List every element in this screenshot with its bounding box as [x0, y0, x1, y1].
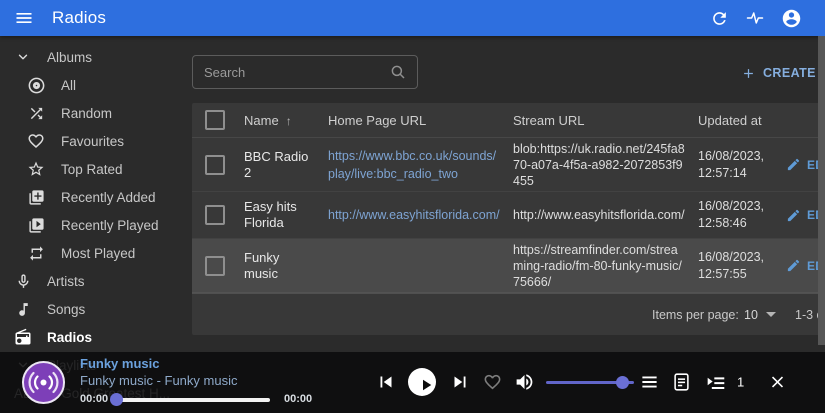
playlist-toggle-icon[interactable] — [640, 373, 659, 392]
table-row[interactable]: BBC Radio 2 https://www.bbc.co.uk/sounds… — [192, 138, 825, 192]
shuffle-icon — [26, 103, 46, 123]
player-bar: Funky music Funky music - Funky music 00… — [0, 352, 825, 413]
sidebar-item-top-rated[interactable]: Top Rated — [0, 155, 190, 183]
sidebar-item-label: Recently Added — [61, 190, 156, 205]
sidebar-item-radios[interactable]: Radios — [0, 323, 190, 351]
volume-slider-knob[interactable] — [616, 376, 629, 389]
items-per-page-label: Items per page: — [652, 294, 739, 335]
create-button-label: CREATE — [763, 66, 816, 80]
sidebar-item-random[interactable]: Random — [0, 99, 190, 127]
close-player-icon[interactable] — [768, 373, 787, 392]
app-window: Radios Albums All Random Favourites — [0, 0, 825, 413]
table-row-selected[interactable]: Funky music https://streamfinder.com/str… — [192, 239, 825, 293]
dropdown-caret-icon — [766, 312, 776, 317]
search-icon[interactable] — [389, 63, 407, 81]
music-note-icon — [13, 299, 33, 319]
table-header-row: Name↑ Home Page URL Stream URL Updated a… — [192, 103, 825, 138]
sidebar-item-most-played[interactable]: Most Played — [0, 239, 190, 267]
sidebar-item-label: Songs — [47, 302, 85, 317]
pencil-icon — [786, 208, 801, 223]
search-input[interactable] — [193, 65, 389, 80]
previous-track-icon[interactable] — [375, 371, 397, 393]
column-header-name[interactable]: Name↑ — [238, 113, 322, 128]
sidebar-item-all[interactable]: All — [0, 71, 190, 99]
sidebar-item-recently-played[interactable]: Recently Played — [0, 211, 190, 239]
next-track-icon[interactable] — [449, 371, 471, 393]
play-button[interactable] — [408, 368, 436, 396]
create-button[interactable]: CREATE — [741, 62, 816, 84]
album-icon — [26, 75, 46, 95]
app-bar: Radios — [0, 0, 825, 36]
radio-name: Funky music — [238, 250, 322, 282]
sidebar-item-albums[interactable]: Albums — [0, 43, 190, 71]
row-checkbox[interactable] — [205, 155, 225, 175]
sidebar-item-label: Favourites — [61, 134, 124, 149]
vertical-scrollbar — [818, 36, 825, 345]
activity-icon[interactable] — [743, 6, 767, 30]
sidebar-item-recently-added[interactable]: Recently Added — [0, 183, 190, 211]
radio-name: Easy hits Florida — [238, 199, 322, 231]
select-all-checkbox[interactable] — [205, 110, 225, 130]
menu-icon[interactable] — [14, 8, 34, 28]
account-icon[interactable] — [779, 6, 803, 30]
scrollbar-thumb[interactable] — [818, 36, 825, 345]
now-playing-subtitle: Funky music - Funky music — [80, 373, 237, 388]
stream-url: blob:https://uk.radio.net/245fa870-a07a-… — [507, 141, 692, 189]
updated-at: 16/08/2023, 12:57:55 — [692, 249, 780, 283]
pencil-icon — [786, 157, 801, 172]
sidebar-item-label: Albums — [47, 50, 92, 65]
updated-at: 16/08/2023, 12:58:46 — [692, 198, 780, 232]
home-page-link[interactable]: http://www.easyhitsflorida.com/ — [328, 208, 500, 222]
heart-icon — [26, 131, 46, 151]
elapsed-time: 00:00 — [80, 393, 108, 405]
progress-slider[interactable] — [117, 398, 270, 402]
mic-icon — [13, 271, 33, 291]
pencil-icon — [786, 258, 801, 273]
updated-at: 16/08/2023, 12:57:14 — [692, 148, 780, 182]
sidebar-item-label: All — [61, 78, 76, 93]
volume-icon[interactable] — [514, 372, 535, 393]
sidebar-item-songs[interactable]: Songs — [0, 295, 190, 323]
stream-url: http://www.easyhitsflorida.com/ — [507, 207, 692, 223]
sidebar-item-label: Recently Played — [61, 218, 159, 233]
library-play-icon — [26, 215, 46, 235]
plus-icon — [741, 66, 756, 81]
repeat-icon — [26, 243, 46, 263]
items-per-page-select[interactable]: 10 — [744, 294, 776, 335]
lyrics-icon[interactable] — [673, 373, 690, 392]
sidebar-item-label: Most Played — [61, 246, 135, 261]
row-checkbox[interactable] — [205, 205, 225, 225]
now-playing-title[interactable]: Funky music — [80, 356, 159, 371]
home-page-link[interactable]: https://www.bbc.co.uk/sounds/play/live:b… — [328, 149, 496, 181]
chevron-down-icon — [13, 47, 33, 67]
sidebar-item-label: Radios — [47, 330, 92, 345]
sidebar-item-favourites[interactable]: Favourites — [0, 127, 190, 155]
page-title: Radios — [52, 8, 106, 28]
radios-table: Name↑ Home Page URL Stream URL Updated a… — [192, 103, 825, 335]
duration-time: 00:00 — [284, 393, 312, 405]
radio-icon — [13, 327, 33, 347]
search-box — [192, 55, 418, 89]
sidebar-item-artists[interactable]: Artists — [0, 267, 190, 295]
album-art-radio-icon[interactable] — [22, 361, 65, 404]
library-add-icon — [26, 187, 46, 207]
column-header-home-page-url[interactable]: Home Page URL — [322, 113, 507, 128]
sidebar-item-label: Top Rated — [61, 162, 123, 177]
sidebar-item-label: Artists — [47, 274, 85, 289]
sidebar-item-label: Random — [61, 106, 112, 121]
stream-url: https://streamfinder.com/streaming-radio… — [507, 242, 692, 290]
refresh-icon[interactable] — [707, 6, 731, 30]
table-row[interactable]: Easy hits Florida http://www.easyhitsflo… — [192, 192, 825, 239]
queue-count: 1 — [737, 375, 744, 390]
progress-slider-knob[interactable] — [110, 393, 123, 406]
star-icon — [26, 159, 46, 179]
play-queue-icon[interactable] — [706, 372, 727, 393]
table-footer: Items per page: 10 1-3 of 3 — [192, 293, 825, 335]
column-header-stream-url[interactable]: Stream URL — [507, 113, 692, 128]
sort-asc-icon: ↑ — [286, 114, 292, 128]
favourite-heart-icon[interactable] — [483, 373, 502, 392]
radio-name: BBC Radio 2 — [238, 149, 322, 181]
column-header-updated-at[interactable]: Updated at — [692, 113, 780, 128]
row-checkbox[interactable] — [205, 256, 225, 276]
